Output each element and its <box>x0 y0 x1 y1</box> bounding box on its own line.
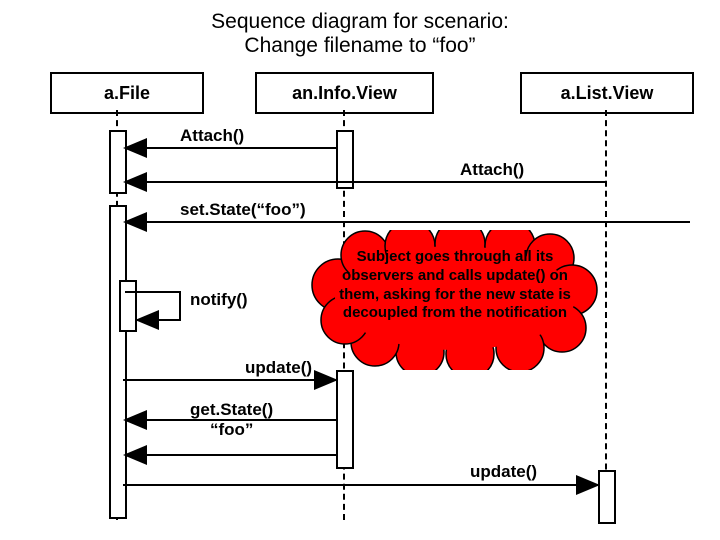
note-text: Subject goes through all its observers a… <box>330 248 580 323</box>
label-getstate-return: “foo” <box>210 420 253 440</box>
lifeline-list <box>605 110 607 520</box>
label-update-info: update() <box>245 358 312 378</box>
activation-file-attach <box>109 130 127 194</box>
activation-info-update <box>336 370 354 469</box>
label-getstate: get.State() <box>190 400 273 420</box>
activation-file-notify <box>119 280 137 332</box>
label-setstate: set.State(“foo”) <box>180 200 306 220</box>
activation-list-update <box>598 470 616 524</box>
participant-list: a.List.View <box>520 72 694 114</box>
participant-file: a.File <box>50 72 204 114</box>
participant-info: an.Info.View <box>255 72 434 114</box>
label-attach-list: Attach() <box>460 160 524 180</box>
note-cloud: Subject goes through all its observers a… <box>310 230 600 370</box>
diagram-title-line1: Sequence diagram for scenario: <box>0 10 720 34</box>
label-update-list: update() <box>470 462 537 482</box>
sequence-diagram: Sequence diagram for scenario: Change fi… <box>0 0 720 540</box>
label-notify: notify() <box>190 290 248 310</box>
activation-file-main <box>109 205 127 519</box>
diagram-title-line2: Change filename to “foo” <box>0 34 720 58</box>
label-attach-info: Attach() <box>180 126 244 146</box>
activation-info-attach <box>336 130 354 189</box>
